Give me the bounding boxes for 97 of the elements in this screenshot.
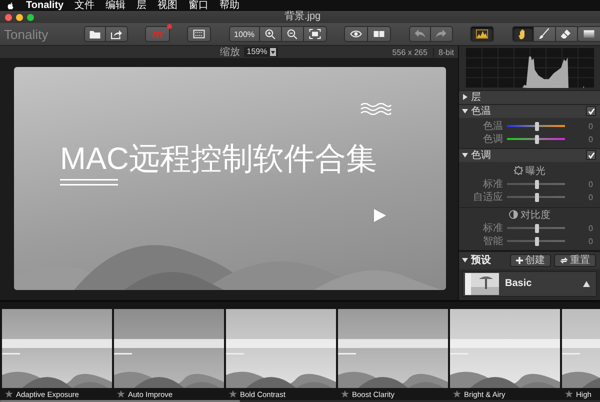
slider-label: 智能: [482, 234, 503, 248]
menu-item[interactable]: 层: [136, 0, 147, 11]
gradient-icon: [582, 28, 596, 40]
plus-icon: [516, 256, 523, 264]
slider-label: 色调: [482, 132, 503, 146]
share-button[interactable]: [106, 26, 128, 42]
slider-value: 0: [588, 122, 593, 131]
minimize-button[interactable]: [16, 14, 23, 20]
star-icon[interactable]: [229, 390, 237, 398]
slider-value: 0: [588, 134, 593, 144]
star-icon[interactable]: [565, 390, 573, 398]
star-icon[interactable]: [117, 390, 125, 398]
histogram-button[interactable]: [470, 26, 494, 42]
preset-name: Basic: [505, 278, 533, 290]
refresh-icon: [560, 256, 568, 264]
checkbox[interactable]: [586, 150, 596, 160]
slider-label: 色温: [482, 120, 503, 133]
section-header[interactable]: 色温: [459, 104, 600, 118]
eraser-icon: [560, 28, 572, 40]
section-title: 预设: [471, 254, 492, 268]
redo-icon: [435, 28, 448, 40]
apple-icon: [6, 0, 15, 10]
star-icon[interactable]: [5, 390, 13, 398]
zoom-in-icon: [264, 28, 276, 40]
share-icon: [110, 28, 122, 40]
collapse-triangle-icon[interactable]: [462, 257, 468, 264]
slider-thumb[interactable]: [535, 180, 540, 189]
window-title: 背景.jpg: [284, 11, 322, 23]
preset-item[interactable]: Basic: [462, 270, 597, 297]
underline-drawing: [60, 179, 118, 186]
preview-button[interactable]: [344, 26, 368, 42]
undo-button[interactable]: [408, 26, 431, 42]
zoom-out-icon: [286, 28, 298, 40]
zoom-actual-button[interactable]: 100%: [229, 26, 260, 42]
slider-label: 标准: [482, 222, 503, 235]
section-title: 层: [471, 90, 482, 104]
play-icon: [374, 209, 386, 222]
undo-icon: [414, 28, 426, 40]
slider-thumb[interactable]: [535, 122, 540, 131]
section-title: 色调: [471, 148, 492, 162]
group-title: 曝光: [526, 164, 546, 178]
star-icon[interactable]: [453, 390, 461, 398]
slider-value: 0: [588, 180, 593, 189]
collapse-triangle-icon[interactable]: [462, 108, 468, 114]
fit-screen-icon: [308, 28, 322, 40]
zoom-select[interactable]: 159%: [244, 47, 278, 57]
zoom-button[interactable]: [27, 14, 34, 20]
slider-label: 自适应: [472, 190, 503, 204]
folder-icon: [88, 28, 101, 40]
slider-value: 0: [588, 224, 593, 233]
reset-button[interactable]: 重置: [554, 254, 596, 267]
collapse-triangle-icon[interactable]: [462, 152, 468, 158]
menu-item[interactable]: 视图: [158, 0, 178, 11]
image-dimensions: 556 x 265: [392, 48, 428, 56]
create-button[interactable]: 创建: [510, 254, 551, 267]
compare-button[interactable]: [368, 26, 392, 42]
zoom-label: 缩放: [220, 46, 240, 59]
open-button[interactable]: [84, 26, 106, 42]
section-header[interactable]: 色调: [459, 148, 600, 162]
slider-thumb[interactable]: [535, 134, 540, 144]
slider-thumb[interactable]: [535, 192, 540, 202]
zoom-in-button[interactable]: [260, 26, 282, 42]
close-button[interactable]: [5, 14, 12, 20]
checkbox[interactable]: [586, 106, 596, 116]
group-title: 对比度: [520, 208, 550, 222]
menu-item[interactable]: 编辑: [106, 0, 126, 11]
section-header[interactable]: 层: [459, 90, 600, 104]
section-header[interactable]: 预设 创建 重置: [459, 250, 600, 269]
gradient-tool-button[interactable]: [578, 26, 600, 42]
eraser-tool-button[interactable]: [556, 26, 578, 42]
expand-triangle-icon[interactable]: [462, 94, 468, 100]
brush-icon: [538, 28, 550, 40]
menu-item[interactable]: 帮助: [220, 0, 240, 11]
contrast-icon: [508, 210, 518, 220]
wave-icon: [360, 103, 392, 115]
frame-icon: [192, 28, 206, 40]
star-icon[interactable]: [341, 390, 349, 398]
zoom-out-button[interactable]: [282, 26, 304, 42]
frame-button[interactable]: [187, 26, 212, 42]
up-arrow-icon[interactable]: [583, 280, 590, 287]
brush-tool-button[interactable]: [534, 26, 556, 42]
section-title: 色温: [471, 104, 492, 118]
split-view-icon: [372, 28, 386, 40]
slider-value: 0: [588, 236, 593, 246]
eye-icon: [349, 28, 364, 40]
slider-thumb[interactable]: [535, 236, 540, 246]
histogram-icon: [475, 28, 490, 40]
hand-tool-button[interactable]: [512, 26, 534, 42]
app-logo: Tonality: [4, 26, 50, 42]
menu-item[interactable]: Tonality: [26, 0, 64, 11]
image-title: MAC远程控制软件合集: [60, 141, 377, 177]
slider-thumb[interactable]: [535, 224, 540, 233]
sun-icon: [514, 166, 522, 176]
slider-label: 标准: [482, 178, 503, 191]
fit-button[interactable]: [304, 26, 327, 42]
slider-value: 0: [588, 192, 593, 202]
redo-button[interactable]: [430, 26, 453, 42]
